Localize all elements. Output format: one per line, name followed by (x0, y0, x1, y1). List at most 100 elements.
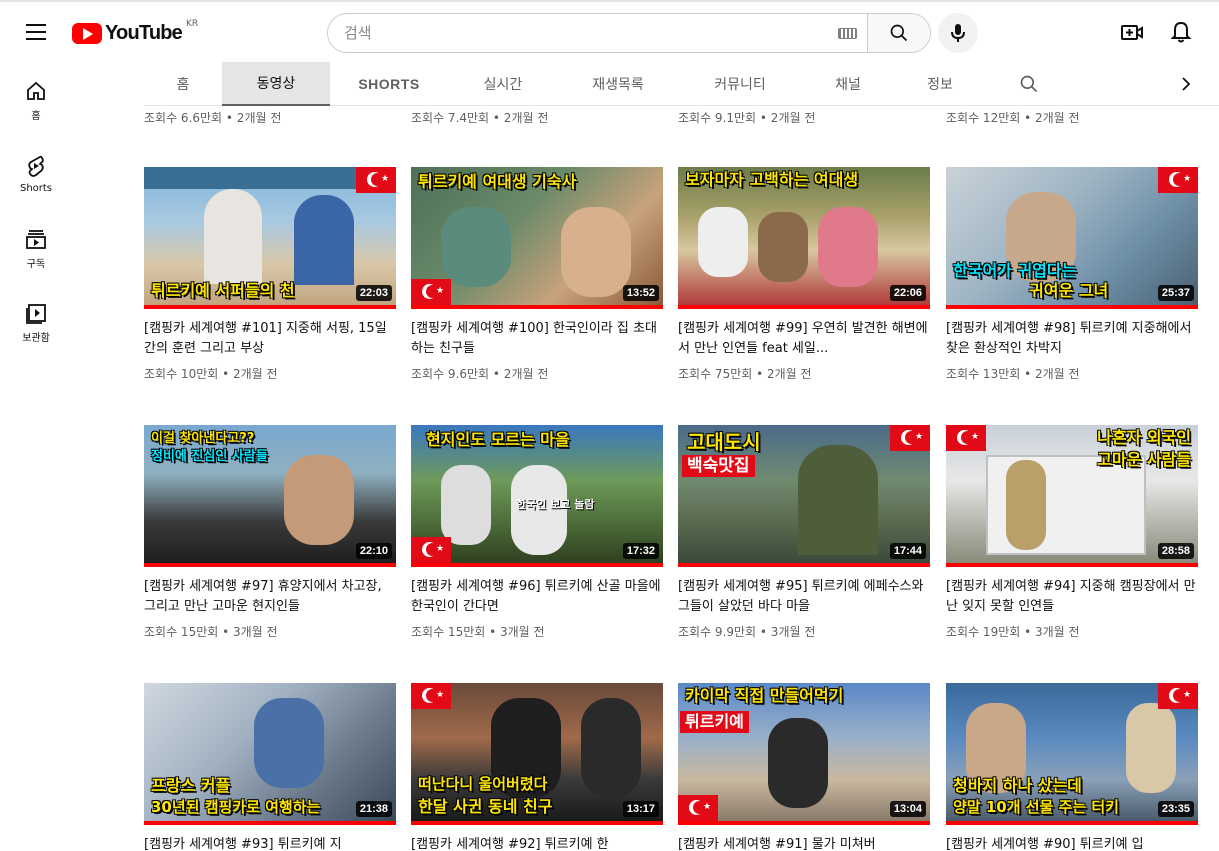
bell-icon (1170, 21, 1192, 43)
search-icon (1020, 75, 1038, 93)
video-thumbnail[interactable]: 튀르키예 여대생 기숙사 ★ 13:52 (411, 167, 663, 309)
chevron-right-icon (1182, 77, 1191, 91)
video-thumbnail[interactable]: 고대도시 백숙맛집 ★ 17:44 (678, 425, 930, 567)
search-input[interactable] (328, 14, 827, 52)
mic-icon (951, 24, 965, 42)
sidebar-item-shorts[interactable]: Shorts (0, 136, 72, 210)
thumbnail-caption: 한국어가 귀엽다는 (953, 261, 1077, 280)
logo-region: KR (185, 18, 199, 29)
video-title[interactable]: [캠핑카 세계여행 #93] 튀르키예 지 (144, 835, 396, 851)
shorts-icon (28, 155, 44, 177)
turkey-flag-icon: ★ (411, 537, 451, 563)
video-meta: 조회수 7.4만회 • 2개월 전 (411, 111, 549, 125)
thumbnail-caption: 나혼자 외국인 (1097, 428, 1191, 447)
video-thumbnail[interactable]: ★ 한국어가 귀엽다는 귀여운 그녀 25:37 (946, 167, 1198, 309)
video-meta: 조회수 13만회 • 2개월 전 (946, 367, 1080, 381)
tab-channels[interactable]: 채널 (802, 62, 894, 106)
video-title[interactable]: [캠핑카 세계여행 #98] 튀르키예 지중해에서 찾은 환상적인 차박지 (946, 319, 1198, 359)
video-title[interactable]: [캠핑카 세계여행 #94] 지중해 캠핑장에서 만난 잊지 못할 인연들 (946, 577, 1198, 617)
video-meta: 조회수 6.6만회 • 2개월 전 (144, 111, 282, 125)
tab-shorts[interactable]: SHORTS (330, 62, 448, 106)
thumbnail-caption: 프랑스 커플 (151, 776, 231, 795)
menu-icon[interactable] (26, 24, 46, 40)
thumbnail-caption: 한국인 보고 놀람 (516, 498, 595, 511)
sidebar-item-subscriptions[interactable]: 구독 (0, 210, 72, 284)
video-title[interactable]: [캠핑카 세계여행 #97] 휴양지에서 차고장, 그리고 만난 고마운 현지인… (144, 577, 396, 617)
video-meta: 조회수 9.9만회 • 3개월 전 (678, 625, 816, 639)
video-card: ★ 한국어가 귀엽다는 귀여운 그녀 25:37 [캠핑카 세계여행 #98] … (946, 167, 1198, 382)
youtube-play-icon (72, 23, 102, 44)
thumbnail-caption: 청바지 하나 샀는데 (953, 776, 1082, 795)
keyboard-icon[interactable] (827, 14, 867, 52)
thumbnail-caption: 튀르키예 서퍼들의 천 (151, 281, 295, 300)
video-card: ★ 튀르키예 서퍼들의 천 22:03 [캠핑카 세계여행 #101] 지중해 … (144, 167, 396, 382)
tab-about[interactable]: 정보 (894, 62, 986, 106)
tab-home[interactable]: 홈 (144, 62, 222, 106)
notifications-button[interactable] (1170, 20, 1192, 48)
video-title[interactable]: [캠핑카 세계여행 #92] 튀르키예 한 (411, 835, 663, 851)
thumbnail-caption: 떠난다니 울어버렸다 (418, 775, 548, 793)
thumbnail-caption: 귀여운 그녀 (1029, 281, 1109, 300)
video-duration: 13:52 (622, 285, 659, 301)
video-card: ★ 떠난다니 울어버렸다 한달 사귄 동네 친구 13:17 [캠핑카 세계여행… (411, 683, 663, 851)
thumbnail-caption: 백숙맛집 (682, 455, 755, 477)
video-meta: 조회수 9.1만회 • 2개월 전 (678, 111, 816, 125)
thumbnail-caption: 정비에 진심인 사람들 (151, 449, 268, 464)
create-button[interactable] (1120, 21, 1144, 47)
tab-search[interactable] (1004, 62, 1054, 106)
library-icon (26, 304, 46, 324)
video-card: ★ 나혼자 외국인 고마운 사람들 28:58 [캠핑카 세계여행 #94] 지… (946, 425, 1198, 640)
video-duration: 17:32 (622, 543, 659, 559)
video-title[interactable]: [캠핑카 세계여행 #99] 우연히 발견한 해변에서 만난 인연들 feat … (678, 319, 930, 359)
turkey-flag-icon: ★ (1158, 167, 1198, 193)
video-title[interactable]: [캠핑카 세계여행 #101] 지중해 서핑, 15일간의 훈련 그리고 부상 (144, 319, 396, 359)
tab-community[interactable]: 커뮤니티 (678, 62, 802, 106)
video-duration: 22:06 (889, 285, 926, 301)
voice-search-button[interactable] (938, 13, 978, 53)
video-thumbnail[interactable]: ★ 튀르키예 서퍼들의 천 22:03 (144, 167, 396, 309)
tab-playlists[interactable]: 재생목록 (558, 62, 678, 106)
video-duration: 23:35 (1157, 801, 1194, 817)
thumbnail-caption: 튀르키예 여대생 기숙사 (418, 172, 577, 191)
video-meta: 조회수 9.6만회 • 2개월 전 (411, 367, 549, 381)
video-title[interactable]: [캠핑카 세계여행 #95] 튀르키예 에페수스와 그들이 살았던 바다 마을 (678, 577, 930, 617)
video-title[interactable]: [캠핑카 세계여행 #100] 한국인이라 집 초대하는 친구들 (411, 319, 663, 359)
search-button[interactable] (867, 14, 930, 52)
channel-tabs: 홈 동영상 SHORTS 실시간 재생목록 커뮤니티 채널 정보 (144, 62, 1219, 106)
thumbnail-caption: 30년된 캠핑카로 여행하는 (151, 798, 321, 816)
video-title[interactable]: [캠핑카 세계여행 #91] 물가 미쳐버 (678, 835, 930, 851)
video-thumbnail[interactable]: 이걸 찾아낸다고?? 정비에 진심인 사람들 22:10 (144, 425, 396, 567)
video-card: 보자마자 고백하는 여대생 22:06 [캠핑카 세계여행 #99] 우연히 발… (678, 167, 930, 382)
video-meta: 조회수 12만회 • 2개월 전 (946, 111, 1080, 125)
video-thumbnail[interactable]: 보자마자 고백하는 여대생 22:06 (678, 167, 930, 309)
tab-live[interactable]: 실시간 (448, 62, 558, 106)
video-thumbnail[interactable]: 카이막 직접 만들어먹기 튀르키예 ★ 13:04 (678, 683, 930, 825)
video-thumbnail[interactable]: ★ 떠난다니 울어버렸다 한달 사귄 동네 친구 13:17 (411, 683, 663, 825)
youtube-logo[interactable]: YouTube KR (72, 18, 199, 45)
subscriptions-icon (26, 230, 46, 249)
tab-videos[interactable]: 동영상 (222, 62, 330, 106)
video-duration: 21:38 (355, 801, 392, 817)
video-thumbnail[interactable]: ★ 청바지 하나 샀는데 양말 10개 선물 주는 터키 23:35 (946, 683, 1198, 825)
top-bar: YouTube KR (0, 0, 1219, 62)
turkey-flag-icon: ★ (1158, 683, 1198, 709)
video-duration: 17:44 (889, 543, 926, 559)
video-card: 현지인도 모르는 마을 한국인 보고 놀람 ★ 17:32 [캠핑카 세계여행 … (411, 425, 663, 640)
turkey-flag-icon: ★ (411, 683, 451, 709)
sidebar-item-home[interactable]: 홈 (0, 62, 72, 136)
turkey-flag-icon: ★ (678, 795, 718, 821)
video-card: 고대도시 백숙맛집 ★ 17:44 [캠핑카 세계여행 #95] 튀르키예 에페… (678, 425, 930, 640)
thumbnail-caption: 한달 사귄 동네 친구 (418, 797, 553, 816)
tabs-next-button[interactable] (1164, 62, 1208, 106)
sidebar-label: 구독 (26, 259, 46, 270)
thumbnail-caption: 고대도시 (687, 430, 761, 454)
video-title[interactable]: [캠핑카 세계여행 #96] 튀르키예 산골 마을에 한국인이 간다면 (411, 577, 663, 617)
video-thumbnail[interactable]: 현지인도 모르는 마을 한국인 보고 놀람 ★ 17:32 (411, 425, 663, 567)
video-thumbnail[interactable]: ★ 나혼자 외국인 고마운 사람들 28:58 (946, 425, 1198, 567)
video-title[interactable]: [캠핑카 세계여행 #90] 튀르키예 입 (946, 835, 1198, 851)
video-meta: 조회수 10만회 • 2개월 전 (144, 367, 278, 381)
video-thumbnail[interactable]: 프랑스 커플 30년된 캠핑카로 여행하는 21:38 (144, 683, 396, 825)
video-card: 튀르키예 여대생 기숙사 ★ 13:52 [캠핑카 세계여행 #100] 한국인… (411, 167, 663, 382)
thumbnail-caption: 고마운 사람들 (1097, 450, 1191, 469)
sidebar-item-library[interactable]: 보관함 (0, 284, 72, 358)
